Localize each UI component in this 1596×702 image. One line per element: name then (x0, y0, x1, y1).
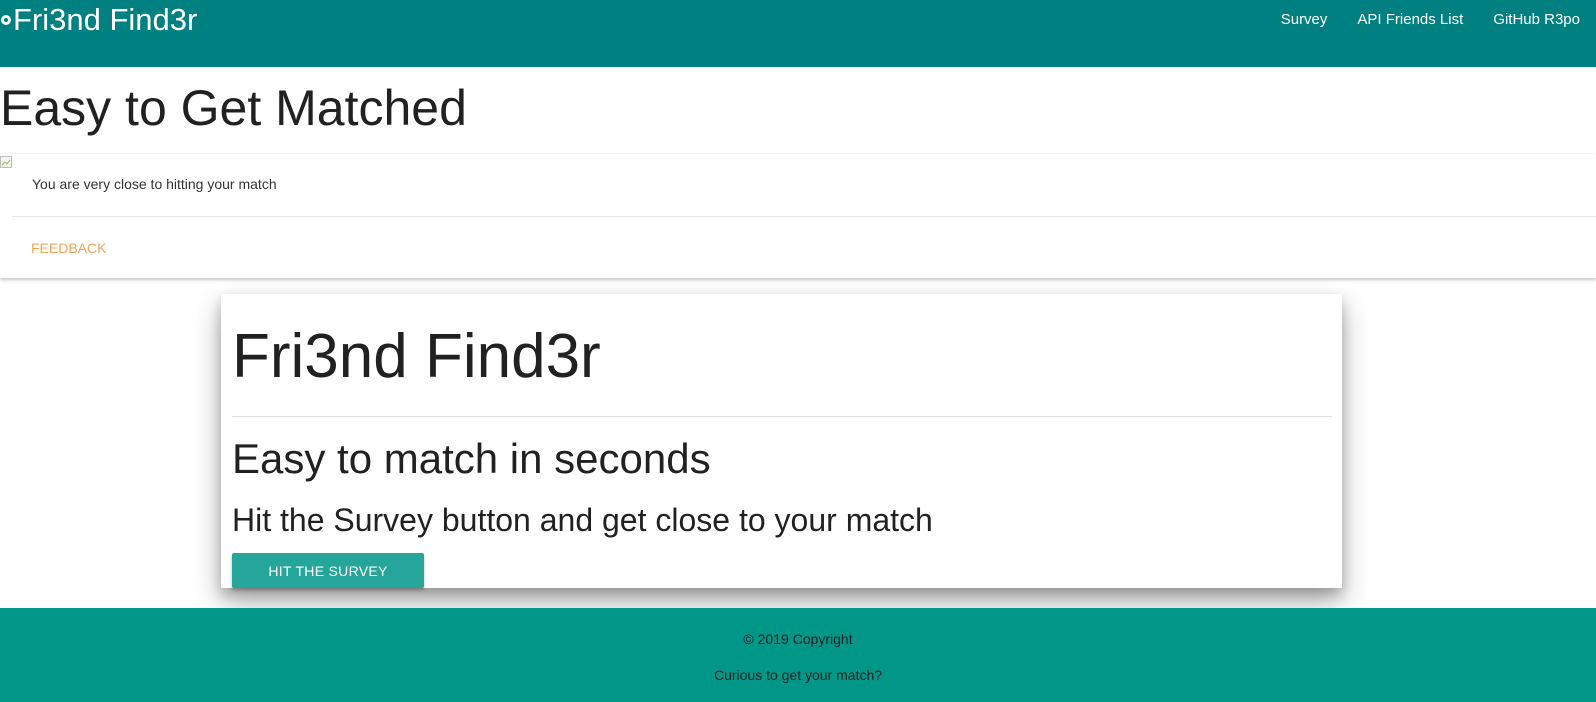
footer-cta: Curious to get your match? (713, 667, 883, 683)
page-title: Easy to Get Matched (0, 80, 467, 136)
jumbotron-lead: Hit the Survey button and get close to y… (232, 502, 933, 538)
hit-the-survey-button[interactable]: HIT THE SURVEY (232, 553, 424, 588)
footer-copyright: © 2019 Copyright (743, 631, 853, 647)
nav-link-survey[interactable]: Survey (1266, 11, 1343, 29)
nav-link-api-friends-list[interactable]: API Friends List (1342, 11, 1478, 29)
card-divider (12, 216, 1596, 217)
brand-link[interactable]: Fri3nd Find3r (0, 2, 197, 38)
feedback-link[interactable]: FEEDBACK (31, 240, 106, 256)
logo-icon (1, 15, 11, 25)
top-navbar: Fri3nd Find3r Survey API Friends List Gi… (0, 0, 1596, 67)
brand-name: Fri3nd Find3r (13, 2, 198, 37)
page-footer: © 2019 Copyright Curious to get your mat… (0, 608, 1596, 702)
nav-links: Survey API Friends List GitHub R3po (1266, 11, 1596, 29)
nav-link-github-repo[interactable]: GitHub R3po (1478, 11, 1596, 29)
jumbotron-subtitle: Easy to match in seconds (232, 435, 711, 482)
jumbotron-divider (232, 416, 1332, 417)
jumbotron: Fri3nd Find3r Easy to match in seconds H… (221, 294, 1342, 588)
info-card: You are very close to hitting your match… (0, 154, 1596, 278)
broken-image-icon (0, 156, 12, 168)
jumbotron-title: Fri3nd Find3r (232, 322, 601, 391)
card-text: You are very close to hitting your match (32, 176, 277, 192)
